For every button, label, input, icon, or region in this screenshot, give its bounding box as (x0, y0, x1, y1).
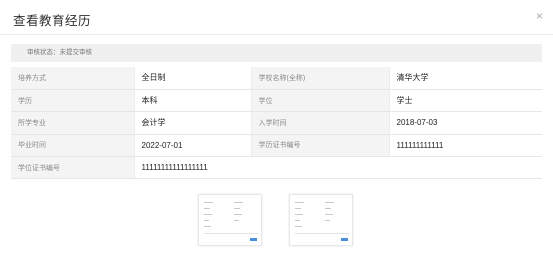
table-row: 培养方式 全日制 学校名称(全称) 清华大学 (11, 67, 542, 90)
school-name-label: 学校名称(全称) (251, 67, 390, 90)
attachment-list (198, 194, 358, 246)
review-status-text: 审核状态：未提交审核 (27, 49, 92, 56)
training-mode-label: 培养方式 (11, 67, 135, 90)
graduation-date-value: 2022-07-01 (134, 134, 252, 158)
degree-value: 学士 (389, 89, 542, 113)
review-status-bar: 审核状态：未提交审核 (11, 44, 542, 62)
training-mode-value: 全日制 (134, 67, 252, 90)
table-row: 学历 本科 学位 学士 (11, 89, 542, 113)
thumbnail-button-icon (341, 238, 348, 241)
table-row: 毕业时间 2022-07-01 学历证书编号 111111111111 (11, 134, 542, 158)
education-dialog: 查看教育经历 × 审核状态：未提交审核 培养方式 全日制 学校名称(全称) 清华… (0, 0, 553, 268)
major-value: 会计学 (134, 111, 252, 135)
diploma-number-label: 学历证书编号 (251, 134, 390, 158)
thumbnail-button-icon (250, 238, 257, 241)
attachment-thumbnail[interactable] (289, 194, 353, 246)
table-row: 学位证书编号 11111111111111111 (11, 156, 542, 180)
enrollment-date-label: 入学时间 (251, 111, 390, 135)
degree-certificate-number-label: 学位证书编号 (11, 156, 135, 180)
attachment-thumbnail[interactable] (198, 194, 262, 246)
enrollment-date-value: 2018-07-03 (389, 111, 542, 135)
education-level-label: 学历 (11, 89, 135, 113)
dialog-header: 查看教育经历 × (0, 0, 553, 35)
education-info-table: 培养方式 全日制 学校名称(全称) 清华大学 学历 本科 学位 学士 所学专业 … (11, 67, 542, 180)
table-row: 所学专业 会计学 入学时间 2018-07-03 (11, 111, 542, 135)
close-icon[interactable]: × (536, 9, 543, 23)
major-label: 所学专业 (11, 111, 135, 135)
education-level-value: 本科 (134, 89, 252, 113)
graduation-date-label: 毕业时间 (11, 134, 135, 158)
diploma-number-value: 111111111111 (389, 134, 542, 158)
degree-label: 学位 (251, 89, 390, 113)
school-name-value: 清华大学 (389, 67, 542, 90)
dialog-title: 查看教育经历 (13, 14, 92, 28)
degree-certificate-number-value: 11111111111111111 (134, 156, 542, 180)
